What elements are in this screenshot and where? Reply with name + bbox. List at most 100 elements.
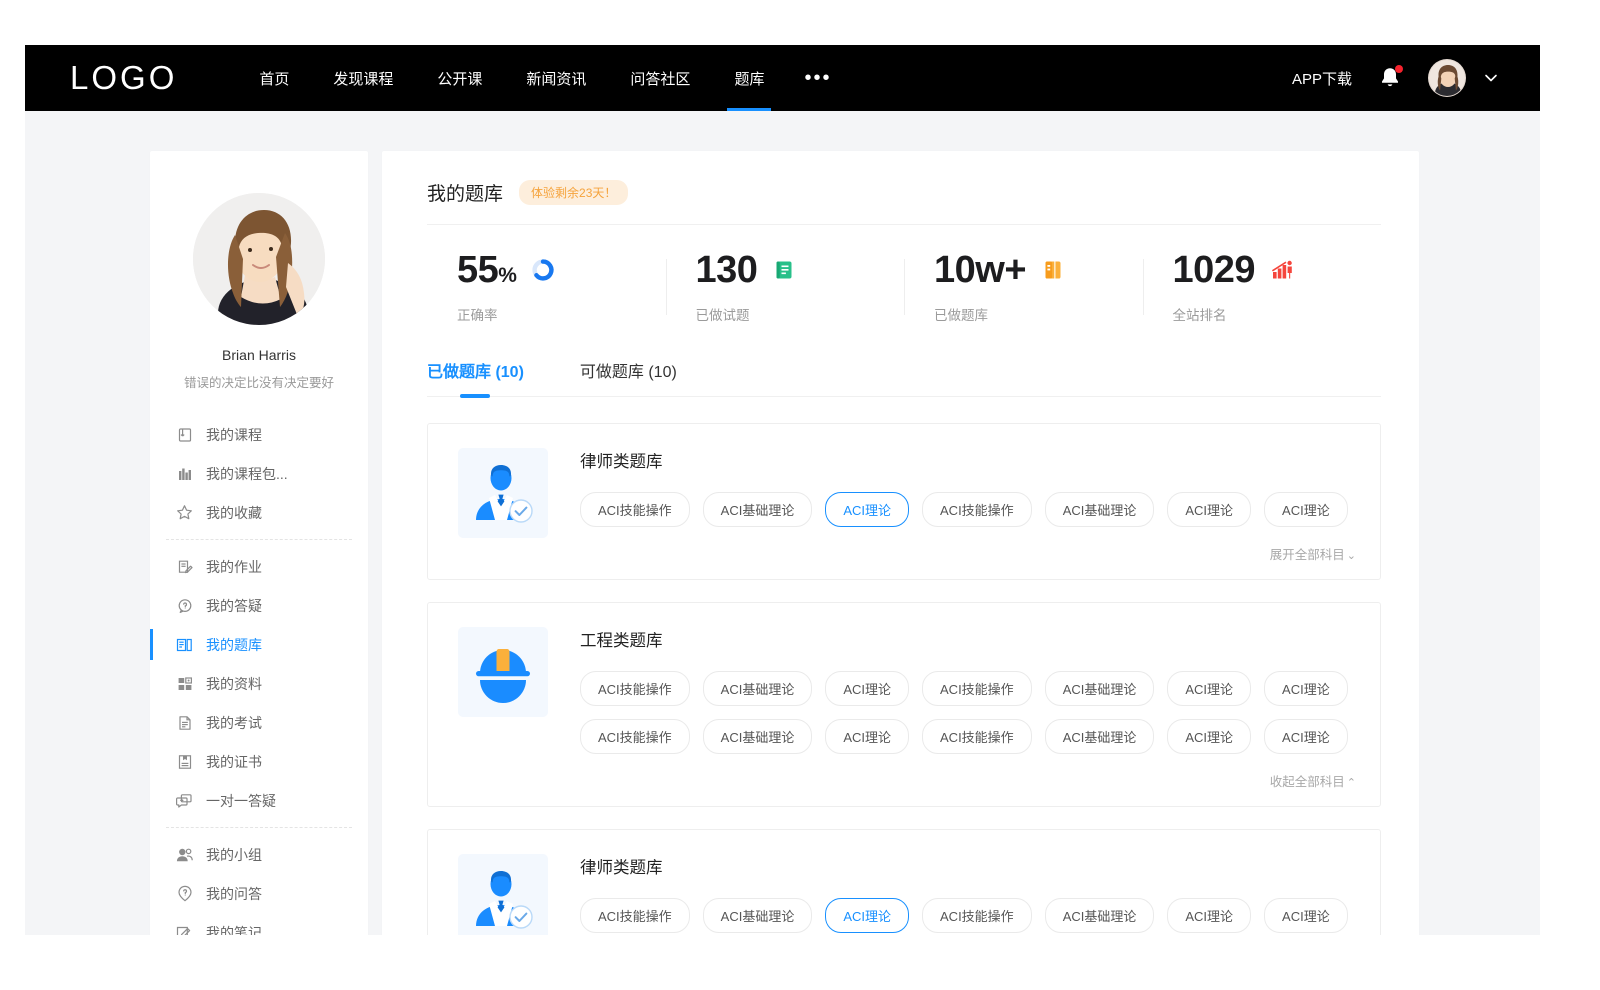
stat-value: 1029	[1173, 251, 1256, 289]
subject-tag[interactable]: ACI基础理论	[703, 671, 813, 706]
question-bank-thumbnail	[458, 448, 548, 538]
chevron-toggle-icon: ⌄	[1347, 550, 1356, 562]
sidebar: Brian Harris 错误的决定比没有决定要好 我的课程我的课程包...我的…	[150, 151, 368, 935]
avatar[interactable]	[1428, 59, 1466, 97]
nav-link-1[interactable]: 首页	[237, 45, 311, 111]
subject-tag[interactable]: ACI技能操作	[922, 719, 1032, 754]
tab-2[interactable]: 可做题库 (10)	[580, 358, 677, 396]
subject-tag[interactable]: ACI基础理论	[1045, 671, 1155, 706]
nav-link-5[interactable]: 问答社区	[608, 45, 712, 111]
subject-tag[interactable]: ACI技能操作	[580, 898, 690, 933]
nav-link-6[interactable]: 题库	[712, 45, 786, 111]
subject-tag-row: ACI技能操作 ACI基础理论 ACI理论 ACI技能操作 ACI基础理论 ACI理论 AC…	[580, 719, 1356, 754]
stat-label: 已做试题	[696, 304, 905, 324]
page-body: Brian Harris 错误的决定比没有决定要好 我的课程我的课程包...我的…	[25, 111, 1540, 935]
stat-card-3: 10w+已做题库	[904, 251, 1143, 324]
sidebar-item-label: 我的小组	[206, 845, 262, 865]
sidebar-avatar[interactable]	[193, 193, 325, 325]
sidebar-item-4[interactable]: 我的作业	[150, 547, 368, 586]
expand-subjects-toggle[interactable]: 展开全部科目⌄	[580, 540, 1356, 565]
sidebar-item-5[interactable]: 我的答疑	[150, 586, 368, 625]
subject-tag[interactable]: ACI技能操作	[922, 671, 1032, 706]
subject-tag[interactable]: ACI理论	[825, 492, 909, 527]
subject-tag[interactable]: ACI技能操作	[922, 898, 1032, 933]
question-bank-card[interactable]: 工程类题库ACI技能操作ACI基础理论ACI理论ACI技能操作ACI基础理论AC…	[427, 602, 1381, 807]
site-logo[interactable]: LOGO	[70, 59, 177, 97]
subject-tag[interactable]: ACI技能操作	[922, 492, 1032, 527]
sidebar-item-label: 我的收藏	[206, 503, 262, 523]
certificate-icon	[176, 753, 193, 770]
sidebar-user-motto: 错误的决定比没有决定要好	[150, 372, 368, 391]
sidebar-item-1[interactable]: 我的课程	[150, 415, 368, 454]
subject-tag[interactable]: ACI基础理论	[703, 492, 813, 527]
subject-tag[interactable]: ACI基础理论	[1045, 492, 1155, 527]
subject-tag[interactable]: ACI基础理论	[1045, 898, 1155, 933]
sidebar-item-label: 一对一答疑	[206, 791, 276, 811]
subject-tag[interactable]: ACI理论	[1264, 671, 1348, 706]
red-rank-icon	[1269, 257, 1295, 283]
stat-value-row: 1029	[1173, 251, 1382, 289]
sidebar-item-6[interactable]: 我的题库	[150, 625, 368, 664]
subject-tag[interactable]: ACI理论	[1264, 492, 1348, 527]
subject-tag[interactable]: ACI理论	[1167, 719, 1251, 754]
subject-tag[interactable]: ACI理论	[825, 898, 909, 933]
chevron-down-icon[interactable]	[1482, 69, 1500, 87]
question-bank-card[interactable]: 律师类题库ACI技能操作ACI基础理论ACI理论ACI技能操作ACI基础理论AC…	[427, 829, 1381, 935]
sidebar-item-12[interactable]: 我的问答	[150, 874, 368, 913]
subject-tag[interactable]: ACI基础理论	[703, 719, 813, 754]
subject-tag[interactable]: ACI理论	[825, 719, 909, 754]
question-bank-card[interactable]: 律师类题库 ACI技能操作 ACI基础理论 ACI理论 ACI技能操作 ACI基础理论 AC…	[427, 423, 1381, 580]
green-book-icon	[771, 257, 797, 283]
question-bank-thumbnail	[458, 854, 548, 935]
question-bank-title: 律师类题库	[580, 448, 1356, 472]
tab-bar: 已做题库 (10) 可做题库 (10)	[427, 358, 1381, 397]
subject-tag[interactable]: ACI理论	[1264, 719, 1348, 754]
sidebar-item-label: 我的问答	[206, 884, 262, 904]
subject-tag[interactable]: ACI技能操作	[580, 671, 690, 706]
top-navbar: LOGO 首页发现课程公开课新闻资讯问答社区题库 ••• APP下载	[25, 45, 1540, 111]
sidebar-item-11[interactable]: 我的小组	[150, 835, 368, 874]
question-bank-title: 工程类题库	[580, 627, 1356, 651]
subject-tag[interactable]: ACI理论	[1264, 898, 1348, 933]
expand-subjects-label: 收起全部科目	[1270, 775, 1345, 789]
sidebar-item-3[interactable]: 我的收藏	[150, 493, 368, 532]
subject-tag[interactable]: ACI技能操作	[580, 719, 690, 754]
stat-card-4: 1029全站排名	[1143, 251, 1382, 324]
subject-tag[interactable]: ACI基础理论	[703, 898, 813, 933]
subject-tag[interactable]: ACI理论	[1167, 492, 1251, 527]
more-menu-icon[interactable]: •••	[786, 72, 849, 84]
subject-tag[interactable]: ACI理论	[825, 671, 909, 706]
sidebar-item-label: 我的答疑	[206, 596, 262, 616]
page-root: LOGO 首页发现课程公开课新闻资讯问答社区题库 ••• APP下载	[25, 45, 1540, 935]
subject-tag[interactable]: ACI理论	[1167, 671, 1251, 706]
stat-value: 10w+	[934, 251, 1026, 289]
tab-1[interactable]: 已做题库 (10)	[427, 358, 524, 396]
nav-link-4[interactable]: 新闻资讯	[504, 45, 608, 111]
app-download-link[interactable]: APP下载	[1292, 68, 1352, 89]
sidebar-item-7[interactable]: 我的资料	[150, 664, 368, 703]
sidebar-item-2[interactable]: 我的课程包...	[150, 454, 368, 493]
subject-tag[interactable]: ACI理论	[1167, 898, 1251, 933]
sidebar-item-8[interactable]: 我的考试	[150, 703, 368, 742]
question-bank-icon	[176, 636, 193, 653]
sidebar-item-10[interactable]: 一对一答疑	[150, 781, 368, 820]
expand-subjects-toggle[interactable]: 收起全部科目⌃	[580, 767, 1356, 792]
question-bank-body: 工程类题库ACI技能操作ACI基础理论ACI理论ACI技能操作ACI基础理论AC…	[580, 627, 1356, 792]
notification-badge-dot	[1395, 65, 1403, 73]
sidebar-item-label: 我的课程包...	[206, 464, 288, 484]
nav-link-3[interactable]: 公开课	[415, 45, 504, 111]
donut-chart-icon	[530, 257, 556, 283]
subject-tag[interactable]: ACI基础理论	[1045, 719, 1155, 754]
sidebar-item-13[interactable]: 我的笔记	[150, 913, 368, 935]
nav-link-2[interactable]: 发现课程	[311, 45, 415, 111]
group-icon	[176, 846, 193, 863]
stats-row: 55%正确率130已做试题10w+已做题库1029全站排名	[427, 225, 1381, 334]
sidebar-item-label: 我的课程	[206, 425, 262, 445]
notification-bell-button[interactable]	[1378, 65, 1402, 91]
subject-tag[interactable]: ACI技能操作	[580, 492, 690, 527]
sidebar-item-9[interactable]: 我的证书	[150, 742, 368, 781]
main-panel: 我的题库 体验剩余23天！ 55%正确率130已做试题10w+已做题库1029全…	[382, 151, 1419, 935]
yellow-book-icon	[1040, 257, 1066, 283]
sidebar-divider	[166, 539, 352, 540]
user-avatar-large-icon	[193, 193, 325, 325]
